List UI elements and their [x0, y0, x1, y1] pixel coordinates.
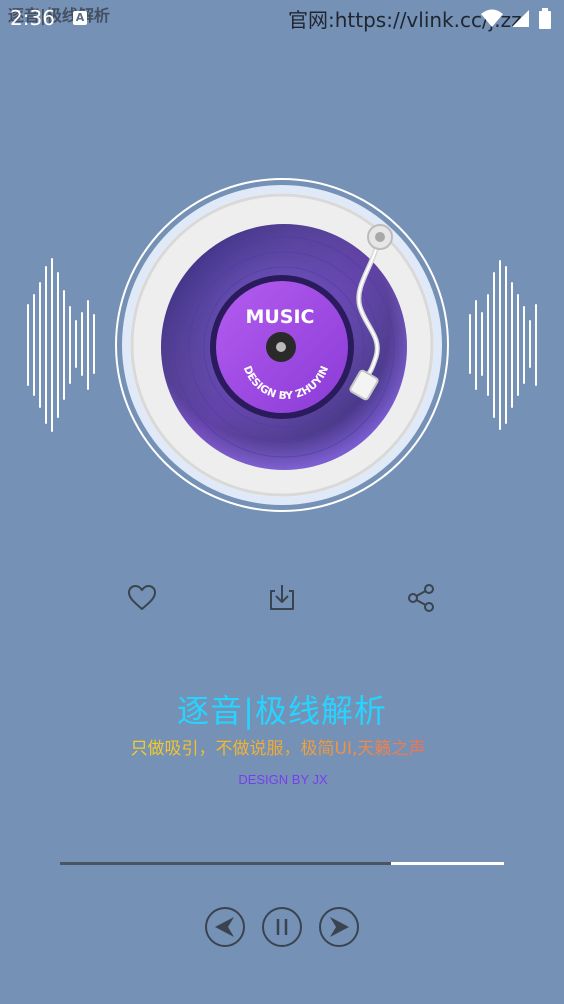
- share-icon: [408, 584, 434, 612]
- share-button[interactable]: [403, 580, 439, 616]
- like-button[interactable]: [124, 580, 160, 616]
- record-label-top: MUSIC: [245, 306, 314, 328]
- signal-icon: [512, 10, 529, 27]
- download-icon: [270, 585, 294, 610]
- status-bar: 逐音|极线解析 2:36 A 官网:https://vlink.cc/j.zz: [0, 0, 564, 34]
- pause-button[interactable]: [262, 907, 302, 947]
- slogan: 只做吸引，不做说服，极简UI,天籁之声: [0, 734, 556, 759]
- previous-button[interactable]: [205, 907, 245, 947]
- progress-fill: [60, 862, 391, 865]
- next-button[interactable]: [319, 907, 359, 947]
- design-credit: DESIGN BY JX: [238, 772, 328, 787]
- next-icon: [330, 917, 349, 937]
- battery-icon: [539, 8, 551, 29]
- action-bar: [0, 580, 564, 616]
- status-time: 2:36: [10, 6, 55, 30]
- turntable: MUSIC DESIGN BY ZHUYIN: [114, 177, 450, 513]
- pause-icon: [276, 919, 288, 935]
- heart-icon: [128, 585, 156, 610]
- sound-wave-left: [27, 258, 95, 432]
- system-icons: [480, 8, 556, 30]
- previous-icon: [215, 917, 234, 937]
- notification-icon: A: [73, 11, 87, 25]
- wifi-icon: [481, 9, 503, 27]
- download-button[interactable]: [264, 580, 300, 616]
- progress-bar[interactable]: [60, 862, 504, 865]
- turntable-graphic: MUSIC DESIGN BY ZHUYIN: [115, 178, 449, 512]
- playback-controls: [0, 907, 564, 949]
- sound-wave-right: [469, 260, 537, 430]
- app-name: 逐音|极线解析: [177, 692, 387, 730]
